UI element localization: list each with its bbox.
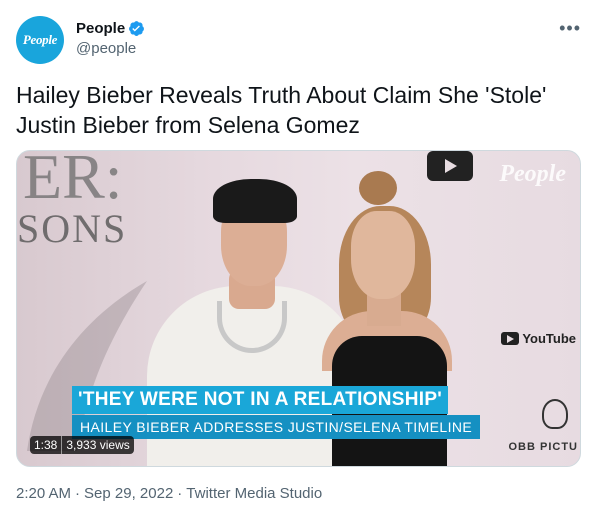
author-display-name[interactable]: People bbox=[76, 20, 145, 37]
footer-dot: · bbox=[75, 485, 81, 502]
tweet-header: People People @people ••• bbox=[16, 12, 581, 64]
person-woman-head bbox=[351, 211, 415, 299]
author-names: People @people bbox=[76, 20, 145, 57]
people-watermark: People bbox=[499, 161, 566, 187]
tweet-source[interactable]: Twitter Media Studio bbox=[186, 485, 322, 502]
author-handle[interactable]: @people bbox=[76, 40, 145, 57]
backdrop-letters: ER: bbox=[23, 150, 123, 212]
tweet-text: Hailey Bieber Reveals Truth About Claim … bbox=[16, 82, 547, 138]
video-stats-badge: 1:38 3,933 views bbox=[30, 436, 134, 454]
obb-label: OBB PICTU bbox=[508, 441, 578, 453]
youtube-label: YouTube bbox=[522, 331, 576, 346]
display-name-text: People bbox=[76, 20, 126, 37]
backdrop-sons-text: SONS bbox=[17, 206, 128, 251]
obb-ghost-icon bbox=[542, 399, 568, 429]
person-woman-bun bbox=[359, 171, 397, 205]
more-horizontal-icon[interactable]: ••• bbox=[559, 18, 581, 39]
youtube-play-icon bbox=[501, 332, 520, 345]
youtube-backdrop-logo: YouTube bbox=[501, 331, 576, 346]
footer-dot: · bbox=[177, 485, 183, 502]
tweet-time[interactable]: 2:20 AM bbox=[16, 485, 71, 502]
avatar[interactable]: People bbox=[16, 16, 64, 64]
avatar-logo-text: People bbox=[22, 32, 58, 47]
video-subline: HAILEY BIEBER ADDRESSES JUSTIN/SELENA TI… bbox=[72, 415, 481, 439]
video-headline: 'THEY WERE NOT IN A RELATIONSHIP' bbox=[72, 386, 449, 414]
verified-badge-icon bbox=[129, 21, 145, 36]
video-duration: 1:38 bbox=[34, 438, 58, 452]
youtube-backdrop-icon bbox=[427, 151, 473, 181]
tweet-date[interactable]: Sep 29, 2022 bbox=[84, 485, 173, 502]
tweet-footer: 2:20 AM · Sep 29, 2022 · Twitter Media S… bbox=[16, 485, 322, 502]
video-player[interactable]: ER: SONS People YouTube OBB PICTU 'THEY … bbox=[16, 150, 581, 467]
person-man-cap bbox=[213, 179, 297, 223]
badge-divider bbox=[61, 436, 63, 454]
video-views: 3,933 views bbox=[66, 438, 130, 452]
